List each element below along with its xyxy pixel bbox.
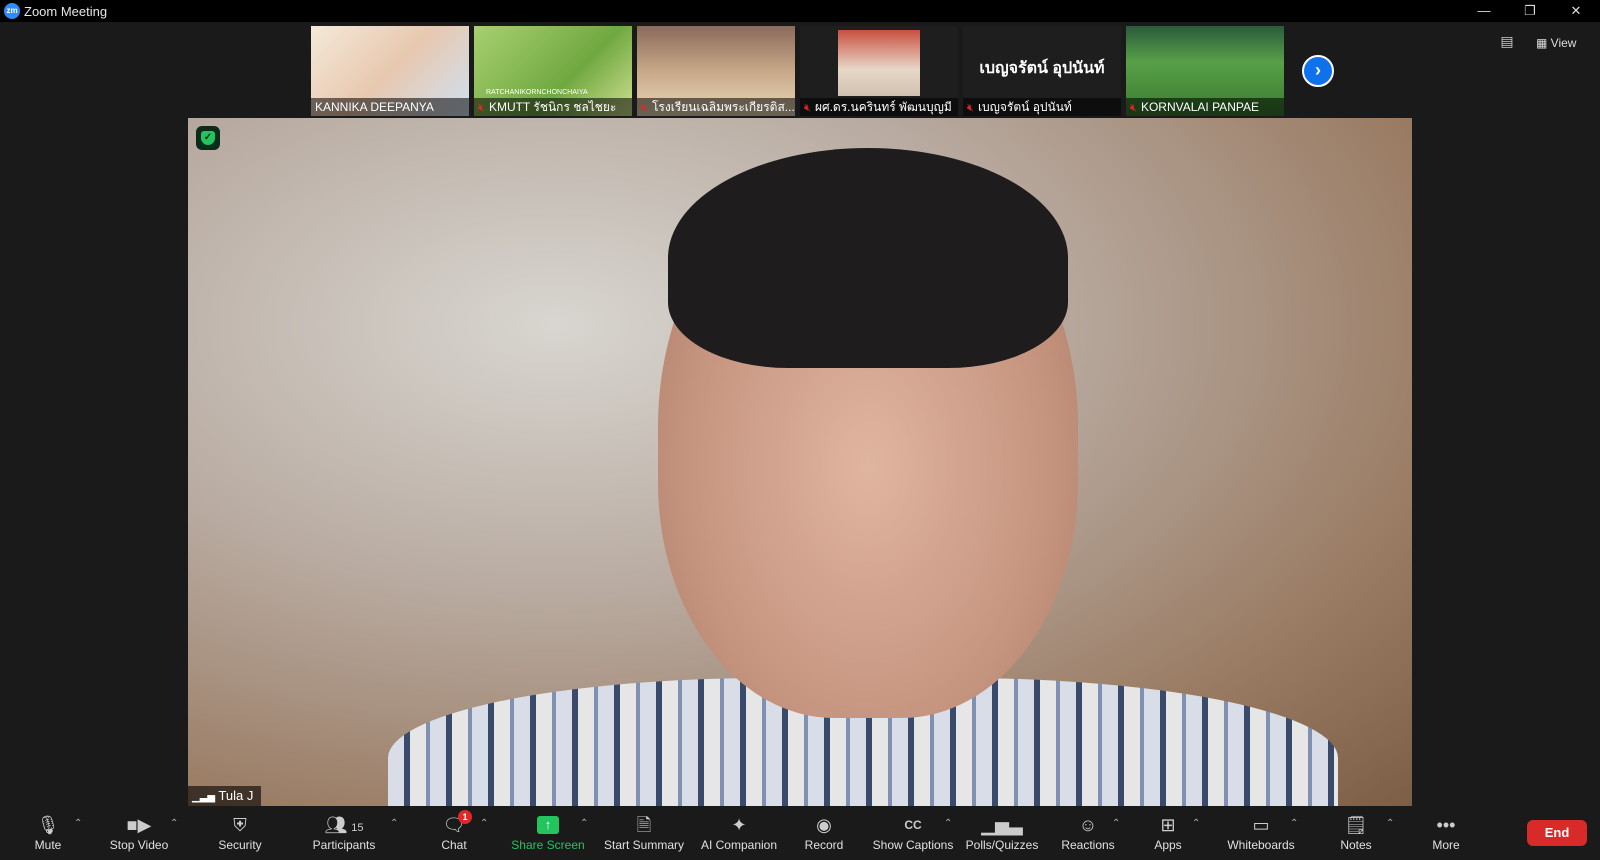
participants-count: 15 — [351, 822, 364, 834]
more-dots-icon: ••• — [1436, 815, 1456, 835]
chat-options-caret[interactable]: ⌃ — [480, 818, 488, 829]
record-button[interactable]: ◉ Record — [796, 808, 852, 860]
close-button[interactable]: ✕ — [1554, 0, 1598, 22]
speaker-name-label: ▁▃▅ Tula J — [188, 786, 262, 806]
apps-icon: ⊞ — [1160, 815, 1176, 835]
show-captions-button[interactable]: CC Show Captions — [868, 808, 958, 860]
participant-name: 🔇︎ KMUTT รัชนิกร ชลไชยะ — [474, 98, 632, 116]
title-bar: zm Zoom Meeting — ❐ ✕ — [0, 0, 1600, 22]
start-summary-button[interactable]: 🗎︎ Start Summary — [600, 808, 688, 860]
apps-options-caret[interactable]: ⌃ — [1192, 818, 1200, 829]
notes-button[interactable]: 🗒︎ Notes — [1326, 808, 1386, 860]
chevron-right-icon: › — [1315, 60, 1321, 80]
chat-unread-badge: 1 — [458, 810, 472, 824]
participant-name: 🔇︎ โรงเรียนเฉลิมพระเกียรติส... — [637, 98, 795, 116]
notes-icon: 🗒︎ — [1344, 815, 1368, 835]
mic-off-icon: 🔇︎ — [1130, 102, 1137, 114]
encryption-shield-icon[interactable]: ✓ — [196, 126, 220, 150]
speaker-view-icon[interactable]: ▤ — [1497, 33, 1517, 53]
view-button[interactable]: ▦ View — [1536, 33, 1576, 53]
whiteboards-options-caret[interactable]: ⌃ — [1290, 818, 1298, 829]
reactions-options-caret[interactable]: ⌃ — [1112, 818, 1120, 829]
meeting-toolbar: 🎙︎ Mute ⌃ ■▶ Stop Video ⌃ ⛨ Security 👥︎ 1… — [0, 808, 1600, 860]
view-grid-icon: ▦ — [1536, 36, 1551, 50]
apps-button[interactable]: ⊞ Apps — [1140, 808, 1196, 860]
participant-photo — [838, 30, 920, 96]
participant-tile[interactable]: RATCHANIKORNCHONCHAIYA 🔇︎ KMUTT รัชนิกร ช… — [474, 26, 632, 116]
minimize-icon: — — [1477, 3, 1491, 18]
participant-overlay-text: RATCHANIKORNCHONCHAIYA — [486, 89, 588, 96]
share-screen-icon: ↑ — [537, 816, 559, 834]
minimize-button[interactable]: — — [1462, 0, 1506, 22]
restore-button[interactable]: ❐ — [1508, 0, 1552, 22]
close-icon: ✕ — [1570, 3, 1582, 18]
participant-name: 🔇︎ เบญจรัตน์ อุปนันท์ — [963, 98, 1121, 116]
notes-options-caret[interactable]: ⌃ — [1386, 818, 1394, 829]
bar-chart-icon: ▁▅▃ — [981, 815, 1023, 835]
participant-tile[interactable]: 🔇︎ KORNVALAI PANPAE — [1126, 26, 1284, 116]
chat-button[interactable]: 🗨︎ 1 Chat — [430, 808, 478, 860]
participant-tile[interactable]: KANNIKA DEEPANYA — [311, 26, 469, 116]
polls-quizzes-button[interactable]: ▁▅▃ Polls/Quizzes — [962, 808, 1042, 860]
mic-off-icon: 🔇︎ — [478, 102, 485, 114]
captions-options-caret[interactable]: ⌃ — [944, 818, 952, 829]
participant-tile[interactable]: 🔇︎ ผศ.ดร.นครินทร์ พัฒนบุญมี — [800, 26, 958, 116]
stop-video-button[interactable]: ■▶ Stop Video — [104, 808, 174, 860]
participant-name: 🔇︎ KORNVALAI PANPAE — [1126, 98, 1284, 116]
participants-options-caret[interactable]: ⌃ — [390, 818, 398, 829]
participant-name: KANNIKA DEEPANYA — [311, 98, 469, 116]
video-options-caret[interactable]: ⌃ — [170, 818, 178, 829]
more-button[interactable]: ••• More — [1418, 808, 1474, 860]
participant-tile[interactable]: 🔇︎ โรงเรียนเฉลิมพระเกียรติส... — [637, 26, 795, 116]
zoom-app-icon: zm — [4, 3, 20, 19]
ai-companion-button[interactable]: ✦ AI Companion — [694, 808, 784, 860]
share-screen-button[interactable]: ↑ Share Screen — [508, 808, 588, 860]
security-button[interactable]: ⛨ Security — [210, 808, 270, 860]
end-meeting-button[interactable]: End — [1527, 820, 1587, 846]
participant-large-name: เบญจรัตน์ อุปนันท์ — [979, 60, 1105, 77]
mic-off-icon: 🔇︎ — [967, 102, 974, 114]
microphone-icon: 🎙︎ — [36, 815, 60, 835]
video-camera-icon: ■▶ — [126, 815, 152, 835]
speaker-hair — [668, 148, 1068, 368]
mic-off-icon: 🔇︎ — [641, 102, 648, 114]
main-video[interactable]: ✓ ▁▃▅ Tula J — [188, 118, 1412, 806]
mic-off-icon: 🔇︎ — [804, 102, 811, 114]
mute-button[interactable]: 🎙︎ Mute — [20, 808, 76, 860]
gallery-next-button[interactable]: › — [1302, 55, 1334, 87]
participant-name: 🔇︎ ผศ.ดร.นครินทร์ พัฒนบุญมี — [800, 98, 958, 116]
summary-document-icon: 🗎︎ — [636, 815, 652, 835]
whiteboards-button[interactable]: ▭ Whiteboards — [1216, 808, 1306, 860]
record-icon: ◉ — [816, 815, 832, 835]
restore-icon: ❐ — [1524, 3, 1536, 18]
window-title: Zoom Meeting — [24, 4, 108, 19]
participants-icon: 👥︎ 15 — [324, 815, 364, 835]
participant-tile[interactable]: เบญจรัตน์ อุปนันท์ 🔇︎ เบญจรัตน์ อุปนันท์ — [963, 26, 1121, 116]
shield-icon: ⛨ — [233, 815, 247, 835]
mute-options-caret[interactable]: ⌃ — [74, 818, 82, 829]
smiley-plus-icon: ☺︎ — [1078, 815, 1098, 835]
share-options-caret[interactable]: ⌃ — [580, 818, 588, 829]
participants-button[interactable]: 👥︎ 15 Participants — [308, 808, 380, 860]
sparkle-icon: ✦ — [731, 815, 747, 835]
reactions-button[interactable]: ☺︎ Reactions — [1056, 808, 1120, 860]
signal-bars-icon: ▁▃▅ — [192, 792, 216, 803]
